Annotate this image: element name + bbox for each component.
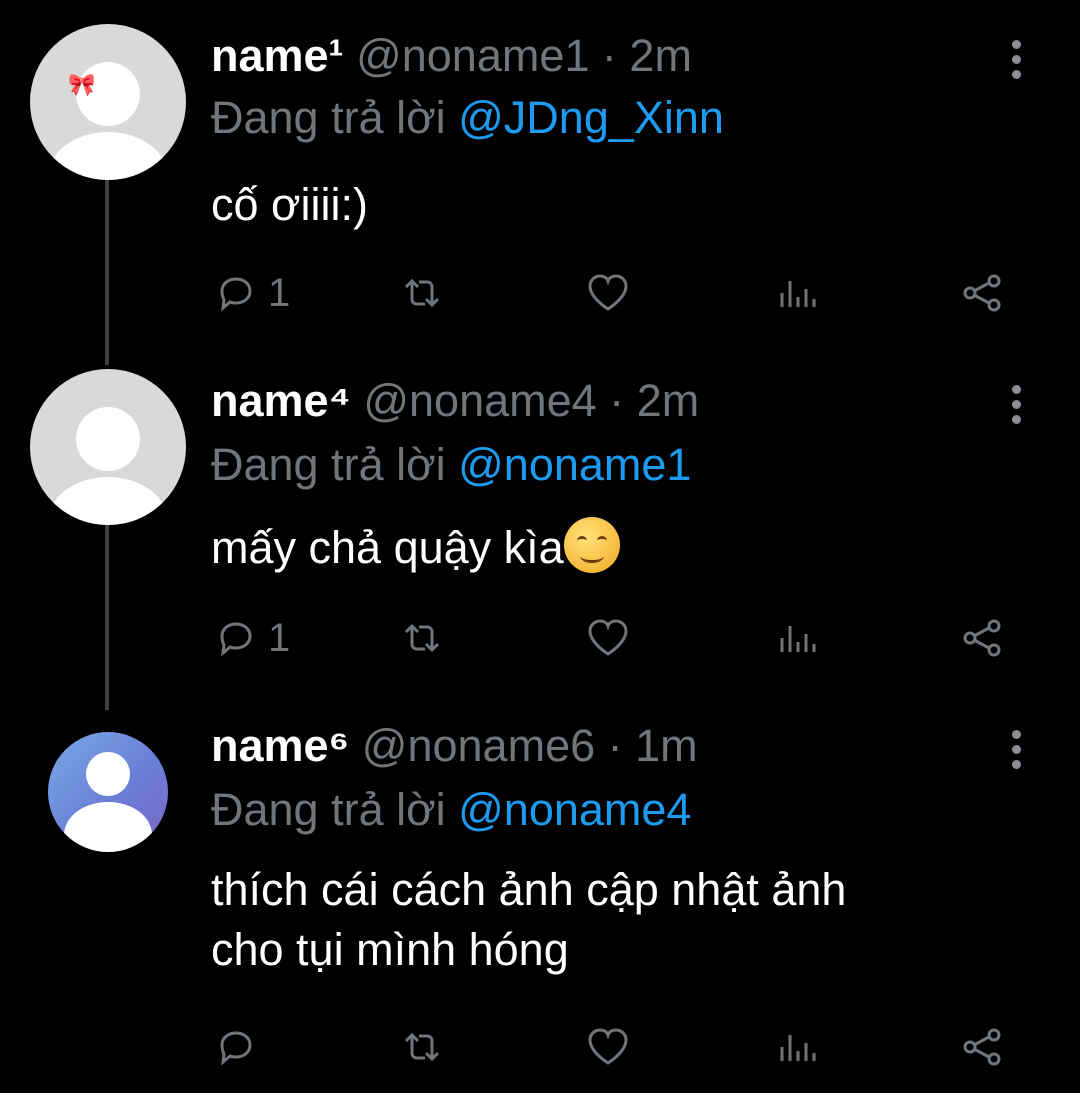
analytics-icon: [780, 1035, 816, 1061]
reply-context: Đang trả lời @noname1: [211, 437, 691, 493]
share-icon: [963, 619, 1001, 657]
analytics-icon: [780, 281, 816, 307]
tweet-actions: [0, 1022, 1080, 1072]
retweet-icon: [404, 1032, 440, 1062]
share-button[interactable]: [958, 613, 1006, 663]
reply-count: 1: [268, 615, 291, 660]
tweet[interactable]: 🎀 name¹ @noname1 · 2m Đang trả lời @JDng…: [0, 0, 1080, 345]
separator: ·: [609, 375, 625, 426]
share-button[interactable]: [958, 1022, 1006, 1072]
reply-mention-link[interactable]: @noname1: [458, 439, 691, 490]
more-options-icon[interactable]: [1004, 40, 1028, 85]
tweet-text-line: thích cái cách ảnh cập nhật ảnh: [211, 864, 847, 915]
tweet-text: cố ơiiii:): [211, 179, 369, 230]
tweet-actions: 1: [0, 268, 1080, 318]
retweet-icon: [404, 623, 440, 653]
reply-prefix: Đang trả lời: [211, 784, 446, 835]
tweet-text: mấy chả quậy kìa: [211, 517, 1031, 578]
bow-icon: 🎀: [68, 72, 96, 97]
reply-context: Đang trả lời @noname4: [211, 782, 691, 838]
reply-icon: [220, 622, 252, 657]
reply-icon: [220, 277, 252, 312]
tweet-text-line: cho tụi mình hóng: [211, 924, 569, 975]
timestamp[interactable]: 2m: [629, 30, 692, 81]
user-handle[interactable]: @noname1: [356, 30, 589, 81]
tweet-text: thích cái cách ảnh cập nhật ảnh cho tụi …: [211, 860, 1031, 980]
heart-icon: [588, 274, 628, 311]
analytics-button[interactable]: [772, 1022, 820, 1072]
tweet-actions: 1: [0, 613, 1080, 663]
more-options-icon[interactable]: [1004, 385, 1028, 430]
timestamp[interactable]: 2m: [637, 375, 700, 426]
heart-icon: [588, 619, 628, 656]
retweet-button[interactable]: [398, 613, 446, 663]
share-icon: [963, 1028, 1001, 1066]
tweet-text-content: mấy chả quậy kìa: [211, 522, 564, 573]
reply-button[interactable]: 1: [212, 613, 290, 663]
user-handle[interactable]: @noname6: [362, 720, 595, 771]
reply-button[interactable]: 1: [212, 268, 290, 318]
reply-prefix: Đang trả lời: [211, 439, 446, 490]
display-name[interactable]: name¹: [211, 30, 344, 81]
avatar[interactable]: [48, 732, 168, 852]
heart-icon: [588, 1028, 628, 1065]
tweet-header: name⁶ @noname6 · 1m: [211, 718, 698, 774]
reply-icon: [220, 1031, 252, 1066]
analytics-icon: [780, 626, 816, 652]
timestamp[interactable]: 1m: [635, 720, 698, 771]
reply-mention-link[interactable]: @noname4: [458, 784, 691, 835]
analytics-button[interactable]: [772, 268, 820, 318]
avatar[interactable]: 🎀: [30, 24, 186, 180]
retweet-icon: [404, 278, 440, 308]
tweet-header: name¹ @noname1 · 2m: [211, 28, 692, 84]
more-options-icon[interactable]: [1004, 730, 1028, 775]
like-button[interactable]: [584, 613, 632, 663]
display-name[interactable]: name⁴: [211, 375, 351, 426]
avatar[interactable]: [30, 369, 186, 525]
analytics-button[interactable]: [772, 613, 820, 663]
reply-button[interactable]: [212, 1022, 268, 1072]
tweet-header: name⁴ @noname4 · 2m: [211, 373, 699, 429]
user-handle[interactable]: @noname4: [363, 375, 596, 426]
separator: ·: [607, 720, 623, 771]
share-button[interactable]: [958, 268, 1006, 318]
reply-prefix: Đang trả lời: [211, 92, 446, 143]
tweet[interactable]: name⁴ @noname4 · 2m Đang trả lời @noname…: [0, 345, 1080, 690]
smiling-face-icon: [563, 517, 620, 573]
retweet-button[interactable]: [398, 268, 446, 318]
display-name[interactable]: name⁶: [211, 720, 349, 771]
tweet[interactable]: name⁶ @noname6 · 1m Đang trả lời @noname…: [0, 690, 1080, 1093]
reply-mention-link[interactable]: @JDng_Xinn: [458, 92, 724, 143]
share-icon: [963, 274, 1001, 312]
reply-count: 1: [268, 270, 291, 315]
like-button[interactable]: [584, 1022, 632, 1072]
retweet-button[interactable]: [398, 1022, 446, 1072]
separator: ·: [601, 30, 617, 81]
like-button[interactable]: [584, 268, 632, 318]
reply-context: Đang trả lời @JDng_Xinn: [211, 90, 724, 146]
